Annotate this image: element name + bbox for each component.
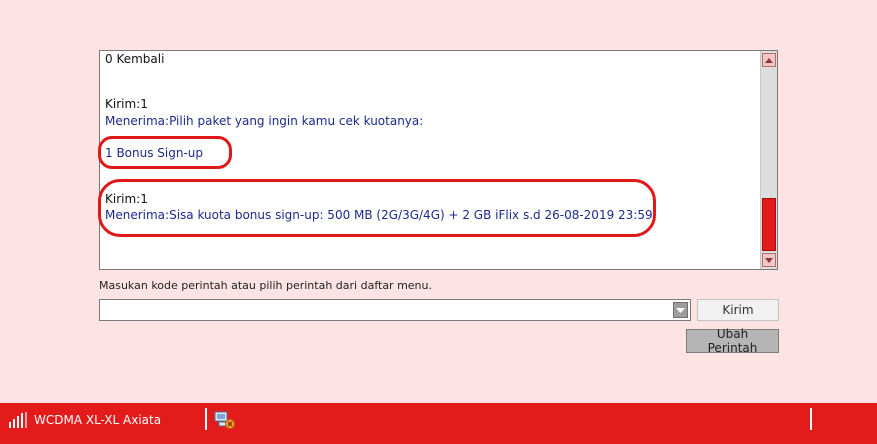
command-select[interactable] bbox=[99, 299, 691, 321]
connection-error-icon[interactable] bbox=[214, 410, 236, 430]
signal-strength-icon bbox=[9, 412, 27, 428]
scroll-up-arrow-icon[interactable] bbox=[762, 53, 776, 67]
network-status: WCDMA XL-XL Axiata bbox=[34, 413, 162, 427]
log-line: 0 Kembali bbox=[105, 52, 165, 66]
status-divider bbox=[205, 408, 207, 430]
command-instruction: Masukan kode perintah atau pilih perinta… bbox=[99, 279, 432, 292]
scroll-thumb[interactable] bbox=[762, 198, 776, 251]
highlight-annotation bbox=[98, 136, 232, 169]
highlight-annotation bbox=[98, 179, 656, 237]
scroll-down-arrow-icon[interactable] bbox=[762, 253, 776, 267]
status-bar: WCDMA XL-XL Axiata bbox=[0, 403, 877, 444]
send-button[interactable]: Kirim bbox=[697, 299, 779, 321]
log-line: Menerima:Pilih paket yang ingin kamu cek… bbox=[105, 114, 424, 128]
log-line: Kirim:1 bbox=[105, 97, 148, 111]
log-scrollbar[interactable] bbox=[760, 51, 777, 269]
change-command-button[interactable]: Ubah Perintah bbox=[686, 327, 779, 355]
status-divider bbox=[810, 408, 812, 430]
dropdown-arrow-icon[interactable] bbox=[673, 302, 688, 318]
